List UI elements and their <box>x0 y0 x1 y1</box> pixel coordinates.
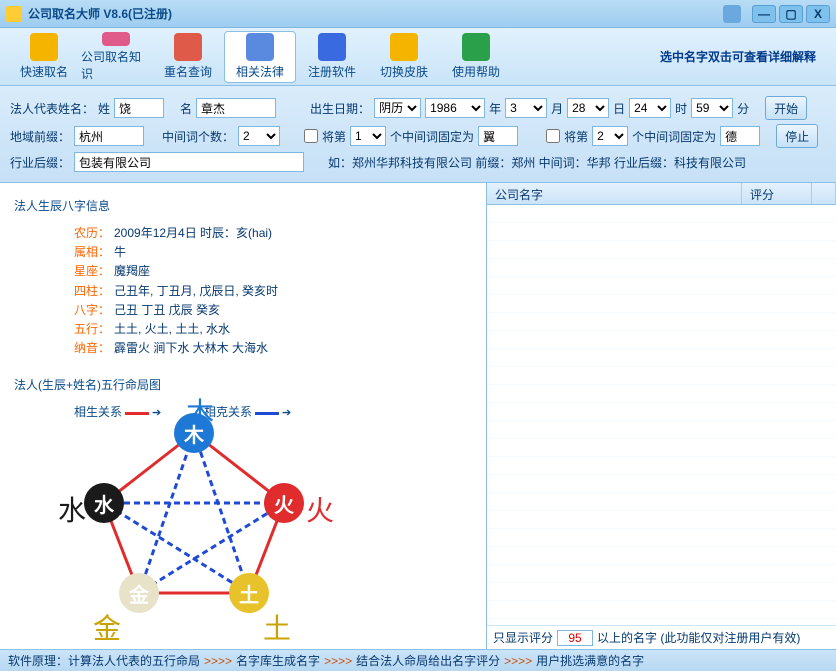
col-score[interactable]: 评分 <box>742 183 812 204</box>
stop-button[interactable]: 停止 <box>776 124 818 148</box>
result-footer: 只显示评分 以上的名字 (此功能仅对注册用户有效) <box>487 625 836 649</box>
bazi-block: 农历：2009年12月4日 时辰：亥(hai)属相：牛星座：魔羯座四柱：己丑年,… <box>74 224 472 358</box>
window-title: 公司取名大师 V8.6(已注册) <box>28 5 723 22</box>
year-select[interactable]: 1986 <box>425 98 485 118</box>
suffix-label: 行业后缀： <box>10 154 70 171</box>
suffix-input[interactable] <box>74 152 304 172</box>
left-panel: 法人生辰八字信息 农历：2009年12月4日 时辰：亥(hai)属相：牛星座：魔… <box>0 183 486 649</box>
toolbar-icon <box>462 33 490 61</box>
toolbar-icon <box>246 33 274 61</box>
midcount-label: 中间词个数： <box>162 128 234 145</box>
score-threshold-input[interactable] <box>557 630 593 646</box>
toolbar-icon <box>174 33 202 61</box>
col-name[interactable]: 公司名字 <box>487 183 742 204</box>
toolbar-icon <box>102 32 130 46</box>
status-bar: 软件原理：计算法人代表的五行命局>>>> 名字库生成名字>>>> 结合法人命局给… <box>0 649 836 671</box>
toolbar-4[interactable]: 注册软件 <box>296 31 368 83</box>
mid2-checkbox[interactable] <box>546 129 560 143</box>
start-button[interactable]: 开始 <box>765 96 807 120</box>
mid1-word-input[interactable] <box>478 126 518 146</box>
name-label: 法人代表姓名： <box>10 100 94 117</box>
surname-input[interactable] <box>114 98 164 118</box>
result-list[interactable] <box>487 205 836 625</box>
region-input[interactable] <box>74 126 144 146</box>
toolbar-icon <box>30 33 58 61</box>
month-select[interactable]: 3 <box>505 98 547 118</box>
wuxing-diagram: 相生关系➔ 相克关系➔ 木木火火土土金金水水 <box>54 403 334 623</box>
toolbar-tip: 选中名字双击可查看详细解释 <box>660 48 828 65</box>
close-button[interactable]: X <box>806 5 830 23</box>
toolbar-6[interactable]: 使用帮助 <box>440 31 512 83</box>
right-panel: 公司名字 评分 只显示评分 以上的名字 (此功能仅对注册用户有效) <box>486 183 836 649</box>
day-select[interactable]: 28 <box>567 98 609 118</box>
toolbar: 快速取名公司取名知识重名查询相关法律注册软件切换皮肤使用帮助 选中名字双击可查看详… <box>0 28 836 86</box>
toolbar-3[interactable]: 相关法律 <box>224 31 296 83</box>
calendar-select[interactable]: 阴历 <box>374 98 421 118</box>
wuxing-title: 法人(生辰+姓名)五行命局图 <box>14 376 472 393</box>
toolbar-5[interactable]: 切换皮肤 <box>368 31 440 83</box>
midcount-select[interactable]: 2 <box>238 126 280 146</box>
titlebar: 公司取名大师 V8.6(已注册) — ▢ X <box>0 0 836 28</box>
minute-select[interactable]: 59 <box>691 98 733 118</box>
toolbar-0[interactable]: 快速取名 <box>8 31 80 83</box>
minimize-button[interactable]: — <box>752 5 776 23</box>
toolbar-2[interactable]: 重名查询 <box>152 31 224 83</box>
toolbar-icon <box>390 33 418 61</box>
birth-label: 出生日期： <box>310 100 370 117</box>
hour-select[interactable]: 24 <box>629 98 671 118</box>
form-panel: 法人代表姓名： 姓 名 出生日期： 阴历 1986 年 3 月 28 日 24 … <box>0 86 836 183</box>
toolbar-icon <box>318 33 346 61</box>
region-label: 地域前缀： <box>10 128 70 145</box>
bazi-title: 法人生辰八字信息 <box>14 197 472 214</box>
example-text: 如：郑州华邦科技有限公司 前缀：郑州 中间词：华邦 行业后缀：科技有限公司 <box>328 154 746 171</box>
maximize-button[interactable]: ▢ <box>779 5 803 23</box>
mid1-checkbox[interactable] <box>304 129 318 143</box>
mid1-pos-select[interactable]: 1 <box>350 126 386 146</box>
surname-label: 姓 <box>98 100 110 117</box>
gift-icon[interactable] <box>723 5 741 23</box>
given-label: 名 <box>180 100 192 117</box>
main-area: 法人生辰八字信息 农历：2009年12月4日 时辰：亥(hai)属相：牛星座：魔… <box>0 183 836 649</box>
result-header: 公司名字 评分 <box>487 183 836 205</box>
mid2-word-input[interactable] <box>720 126 760 146</box>
given-input[interactable] <box>196 98 276 118</box>
mid2-pos-select[interactable]: 2 <box>592 126 628 146</box>
toolbar-1[interactable]: 公司取名知识 <box>80 31 152 83</box>
app-icon <box>6 6 22 22</box>
